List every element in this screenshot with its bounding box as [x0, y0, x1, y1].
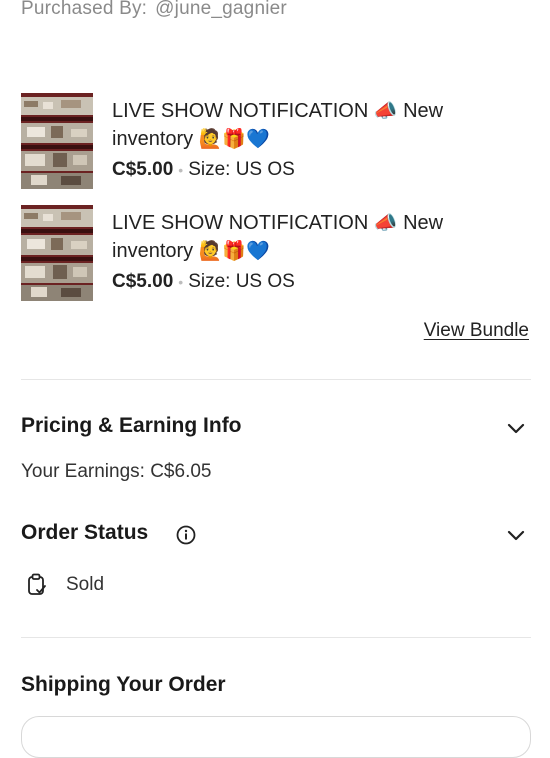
item-thumbnail[interactable]: [21, 93, 93, 189]
shipping-section-title: Shipping Your Order: [21, 673, 226, 696]
emoji-group-icon: 🙋🎁💙: [198, 240, 270, 262]
item-title[interactable]: LIVE SHOW NOTIFICATION 📣 New inventory 🙋…: [112, 209, 527, 265]
emoji-group-icon: 🙋🎁💙: [198, 128, 270, 150]
pricing-section-title: Pricing & Earning Info: [21, 414, 242, 437]
clipboard-check-icon: [28, 573, 46, 595]
chevron-down-icon[interactable]: [506, 418, 526, 438]
divider: [21, 637, 531, 638]
order-status-title: Order Status: [21, 521, 149, 544]
item-thumbnail[interactable]: [21, 205, 93, 301]
separator-dot: •: [178, 274, 184, 290]
bundle-item[interactable]: LIVE SHOW NOTIFICATION 📣 New inventory 🙋…: [21, 93, 531, 189]
purchased-by-label: Purchased By:: [21, 0, 148, 19]
info-icon[interactable]: [176, 525, 196, 545]
your-earnings: Your Earnings: C$6.05: [21, 461, 212, 482]
megaphone-icon: 📣: [373, 100, 398, 122]
item-price: C$5.00: [112, 271, 174, 292]
item-size: Size: US OS: [188, 159, 295, 180]
item-title-prefix: LIVE SHOW NOTIFICATION: [112, 100, 369, 122]
purchased-by: Purchased By: @june_gagnier: [21, 0, 287, 20]
bundle-item[interactable]: LIVE SHOW NOTIFICATION 📣 New inventory 🙋…: [21, 205, 531, 301]
item-price: C$5.00: [112, 159, 174, 180]
item-title-prefix: LIVE SHOW NOTIFICATION: [112, 212, 369, 234]
megaphone-icon: 📣: [373, 212, 398, 234]
separator-dot: •: [178, 162, 184, 178]
item-meta: C$5.00 • Size: US OS: [112, 271, 295, 293]
purchased-by-user[interactable]: @june_gagnier: [155, 0, 287, 19]
chevron-down-icon[interactable]: [506, 525, 526, 545]
item-meta: C$5.00 • Size: US OS: [112, 159, 295, 181]
item-title[interactable]: LIVE SHOW NOTIFICATION 📣 New inventory 🙋…: [112, 97, 527, 153]
view-bundle-link[interactable]: View Bundle: [424, 320, 529, 342]
divider: [21, 379, 531, 380]
order-status-value: Sold: [66, 574, 105, 595]
item-size: Size: US OS: [188, 271, 295, 292]
shipping-card[interactable]: [21, 716, 531, 758]
